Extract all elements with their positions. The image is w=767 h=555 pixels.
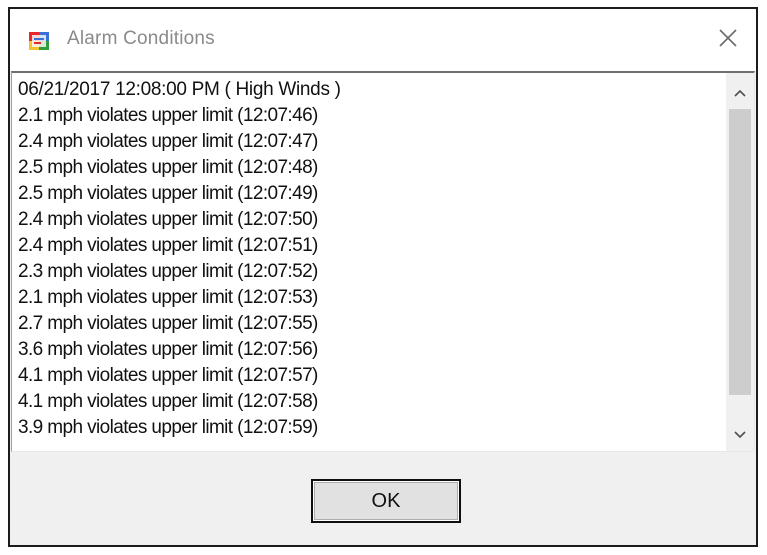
alarm-conditions-dialog: Alarm Conditions 06/21/2017 12:08:00 PM … (8, 7, 758, 547)
scroll-down-button[interactable] (726, 421, 754, 449)
list-item[interactable]: 2.5 mph violates upper limit (12:07:48) (18, 155, 724, 181)
list-item[interactable]: 3.9 mph violates upper limit (12:07:59) (18, 415, 724, 441)
alarm-list-items: 06/21/2017 12:08:00 PM ( High Winds ) 2.… (18, 77, 724, 451)
close-button[interactable] (710, 23, 746, 57)
application-forms-icon (28, 30, 50, 52)
list-item[interactable]: 2.7 mph violates upper limit (12:07:55) (18, 311, 724, 337)
alarm-header-item[interactable]: 06/21/2017 12:08:00 PM ( High Winds ) (18, 77, 724, 103)
vertical-scrollbar[interactable] (726, 73, 754, 451)
window-title: Alarm Conditions (67, 28, 215, 49)
title-bar[interactable]: Alarm Conditions (10, 9, 756, 71)
list-item[interactable]: 2.4 mph violates upper limit (12:07:47) (18, 129, 724, 155)
close-icon (718, 28, 738, 53)
list-item[interactable]: 2.1 mph violates upper limit (12:07:46) (18, 103, 724, 129)
list-item[interactable]: 4.1 mph violates upper limit (12:07:57) (18, 363, 724, 389)
ok-button[interactable]: OK (311, 479, 461, 523)
list-item[interactable]: 3.6 mph violates upper limit (12:07:56) (18, 337, 724, 363)
list-item[interactable]: 2.1 mph violates upper limit (12:07:53) (18, 285, 724, 311)
list-item[interactable]: 2.4 mph violates upper limit (12:07:51) (18, 233, 724, 259)
chevron-down-icon (734, 426, 746, 444)
scroll-thumb[interactable] (729, 109, 751, 395)
list-item[interactable]: 2.4 mph violates upper limit (12:07:50) (18, 207, 724, 233)
scroll-up-button[interactable] (726, 79, 754, 107)
chevron-up-icon (734, 84, 746, 102)
list-item[interactable]: 2.5 mph violates upper limit (12:07:49) (18, 181, 724, 207)
alarm-list[interactable]: 06/21/2017 12:08:00 PM ( High Winds ) 2.… (11, 71, 755, 452)
list-item[interactable]: 4.1 mph violates upper limit (12:07:58) (18, 389, 724, 415)
list-item[interactable]: 2.3 mph violates upper limit (12:07:52) (18, 259, 724, 285)
